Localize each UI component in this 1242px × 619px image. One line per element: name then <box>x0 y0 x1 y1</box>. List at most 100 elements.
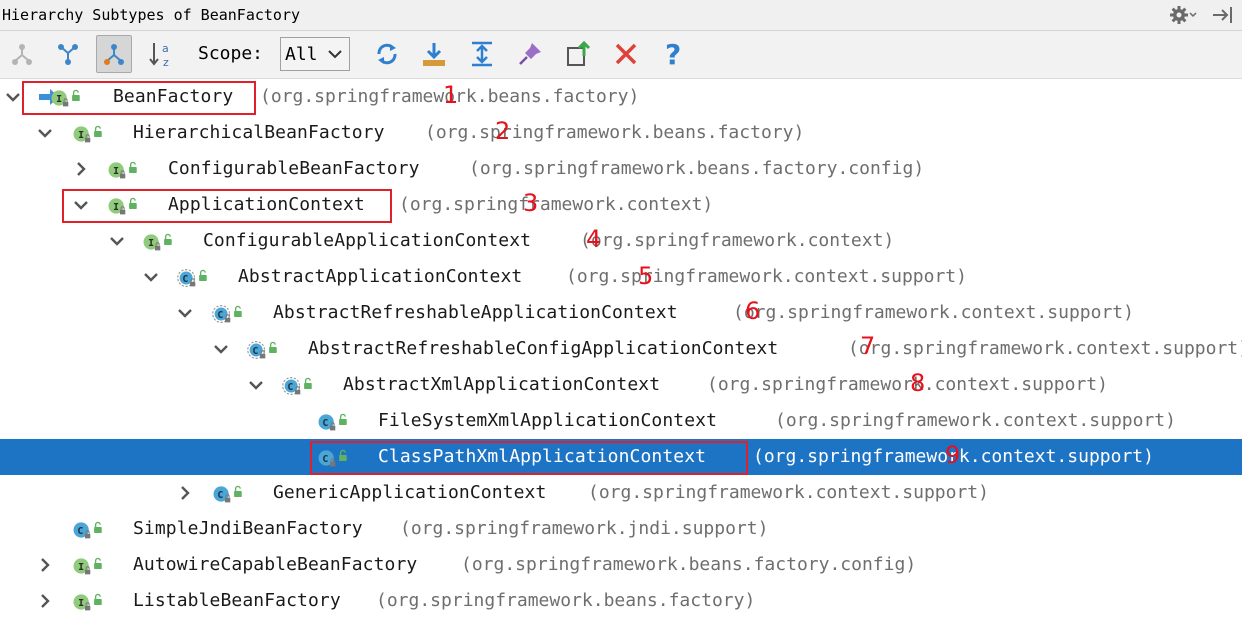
hide-panel-icon[interactable] <box>1210 4 1236 26</box>
tree-item-name: GenericApplicationContext <box>273 482 547 503</box>
hierarchy-toolbar: a z Scope: All ? <box>0 31 1242 79</box>
subtype-hierarchy-button[interactable] <box>50 35 86 73</box>
interface-icon: I <box>73 557 102 575</box>
sort-alphabetically-button[interactable]: a z <box>144 35 180 73</box>
svg-text:?: ? <box>665 39 681 69</box>
interface-icon: I <box>73 593 102 611</box>
pin-icon <box>519 43 541 65</box>
tree-item-name: ConfigurableBeanFactory <box>168 158 420 179</box>
chevron-down-icon[interactable] <box>4 88 22 106</box>
annotation-number: 5 <box>638 262 654 290</box>
svg-text:C: C <box>182 274 188 285</box>
svg-text:C: C <box>252 346 258 357</box>
svg-text:I: I <box>148 238 154 249</box>
open-tab-icon <box>567 40 591 66</box>
svg-text:C: C <box>217 490 223 501</box>
open-in-new-tab-button[interactable] <box>560 35 596 73</box>
chevron-down-icon[interactable] <box>176 304 194 322</box>
tree-row[interactable]: I ConfigurableBeanFactory (org.springframe… <box>0 151 1242 187</box>
annotation-highlight-box <box>62 189 392 223</box>
tree-row[interactable]: C AbstractRefreshableApplicationContext (o… <box>0 295 1242 331</box>
chevron-right-icon[interactable] <box>36 592 54 610</box>
tree-row[interactable]: I BeanFactory (org.springframework.beans.f… <box>0 79 1242 115</box>
class-icon: C <box>213 485 242 503</box>
annotation-highlight-box <box>22 81 256 115</box>
tree-item-name: ConfigurableApplicationContext <box>203 230 532 251</box>
tree-row[interactable]: C GenericApplicationContext (org.springfra… <box>0 475 1242 511</box>
close-button[interactable] <box>608 35 644 73</box>
annotation-number: 8 <box>910 369 926 397</box>
gear-icon[interactable] <box>1168 4 1198 26</box>
tree-item-name: AbstractRefreshableConfigApplicationCont… <box>308 338 779 359</box>
tree-item-package: (org.springframework.beans.factory.confi… <box>461 554 917 575</box>
title-bar: Hierarchy Subtypes of BeanFactory <box>0 0 1242 31</box>
supertype-hierarchy-icon <box>12 44 32 65</box>
class-hierarchy-button[interactable] <box>96 35 132 73</box>
svg-text:I: I <box>113 166 119 177</box>
tree-item-package: (org.springframework.context.support) <box>588 482 989 503</box>
chevron-down-icon[interactable] <box>36 124 54 142</box>
tree-row[interactable]: C AbstractApplicationContext (org.springfr… <box>0 259 1242 295</box>
hierarchy-tree: I BeanFactory (org.springframework.beans.f… <box>0 79 1242 618</box>
tree-item-package: (org.springframework.context) <box>399 194 714 215</box>
help-button[interactable]: ? <box>656 35 692 73</box>
tree-item-package: (org.springframework.context.support) <box>566 266 967 287</box>
chevron-down-icon <box>328 50 342 59</box>
svg-text:z: z <box>163 56 169 69</box>
chevron-right-icon[interactable] <box>72 160 90 178</box>
tree-item-name: FileSystemXmlApplicationContext <box>378 410 718 431</box>
class-icon: C <box>73 521 102 539</box>
tree-row[interactable]: C AbstractXmlApplicationContext (org.sprin… <box>0 367 1242 403</box>
supertype-hierarchy-button[interactable] <box>4 35 40 73</box>
svg-text:I: I <box>78 130 84 141</box>
svg-text:I: I <box>78 598 84 609</box>
chevron-down-icon[interactable] <box>142 268 160 286</box>
tree-item-name: AutowireCapableBeanFactory <box>133 554 418 575</box>
chevron-down-icon[interactable] <box>108 232 126 250</box>
subtype-hierarchy-icon <box>58 44 78 65</box>
tree-row[interactable]: I HierarchicalBeanFactory (org.springframe… <box>0 115 1242 151</box>
sort-az-icon: a z <box>149 42 169 69</box>
svg-text:a: a <box>162 42 169 55</box>
scope-value: All <box>285 43 318 65</box>
interface-icon: I <box>73 125 102 143</box>
chevron-right-icon[interactable] <box>36 556 54 574</box>
tree-row[interactable]: C FileSystemXmlApplicationContext (org.spr… <box>0 403 1242 439</box>
tree-row[interactable]: I ConfigurableApplicationContext (org.spri… <box>0 223 1242 259</box>
tree-row[interactable]: C ClassPathXmlApplicationContext (org.spri… <box>0 439 1242 475</box>
export-button[interactable] <box>416 35 452 73</box>
tree-item-package: (org.springframework.beans.factory) <box>425 122 805 143</box>
tree-item-name: SimpleJndiBeanFactory <box>133 518 363 539</box>
tree-item-name: ListableBeanFactory <box>133 590 341 611</box>
tree-row[interactable]: C SimpleJndiBeanFactory (org.springframewo… <box>0 511 1242 547</box>
annotation-number: 2 <box>495 117 511 145</box>
tree-item-name: AbstractXmlApplicationContext <box>343 374 661 395</box>
interface-icon: I <box>143 233 172 251</box>
abstract-class-icon: C <box>212 305 242 323</box>
pin-tab-button[interactable] <box>512 35 548 73</box>
annotation-number: 1 <box>443 81 459 109</box>
svg-text:C: C <box>77 526 83 537</box>
refresh-button[interactable] <box>369 35 405 73</box>
annotation-number: 6 <box>745 297 761 325</box>
chevron-down-icon[interactable] <box>247 376 265 394</box>
tree-item-name: AbstractApplicationContext <box>238 266 523 287</box>
tree-row[interactable]: I ApplicationContext (org.springframework.… <box>0 187 1242 223</box>
abstract-class-icon: C <box>282 377 312 395</box>
class-hierarchy-icon <box>104 44 124 65</box>
annotation-highlight-box <box>310 441 748 475</box>
tree-row[interactable]: I ListableBeanFactory (org.springframework… <box>0 583 1242 619</box>
expand-all-button[interactable] <box>464 35 500 73</box>
svg-text:I: I <box>78 562 84 573</box>
scope-select[interactable]: All <box>280 37 350 71</box>
tree-row[interactable]: I AutowireCapableBeanFactory (org.springfr… <box>0 547 1242 583</box>
annotation-number: 4 <box>586 225 602 253</box>
chevron-down-icon[interactable] <box>212 340 230 358</box>
class-icon: C <box>318 413 347 431</box>
abstract-class-icon: C <box>177 269 207 287</box>
tree-item-package: (org.springframework.jndi.support) <box>400 518 769 539</box>
tree-row[interactable]: C AbstractRefreshableConfigApplicationCon… <box>0 331 1242 367</box>
close-icon <box>615 43 637 65</box>
panel-title: Hierarchy Subtypes of BeanFactory <box>2 6 301 24</box>
chevron-right-icon[interactable] <box>176 484 194 502</box>
